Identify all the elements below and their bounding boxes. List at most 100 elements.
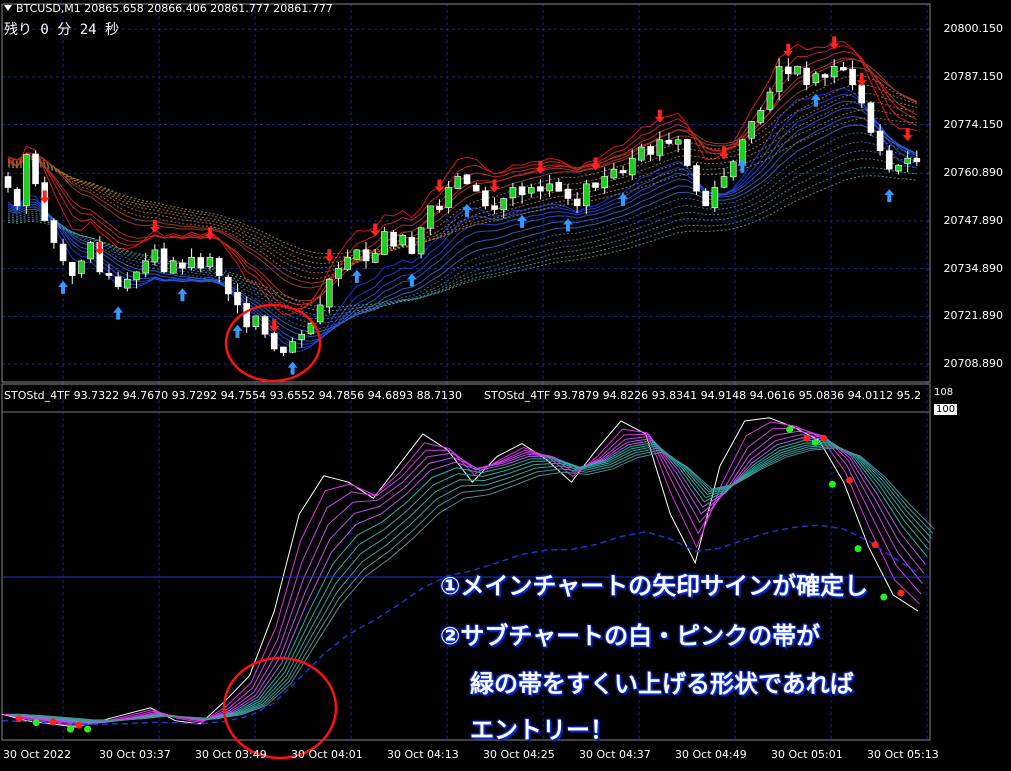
stochastic-buy-dot: [828, 480, 836, 488]
candle-body: [114, 276, 122, 287]
candle-body: [270, 333, 278, 350]
price-tick: 20747.890: [943, 213, 1004, 227]
ma-ribbon-lower: [7, 149, 917, 320]
candlestick-series: [4, 58, 921, 356]
stochastic-buy-dot: [880, 593, 888, 601]
buy-arrow: [351, 269, 362, 283]
stochastic-buy-dot: [854, 545, 862, 553]
candle-body: [555, 182, 563, 192]
candle-body: [243, 303, 250, 328]
candle-body: [169, 260, 177, 274]
stochastic-sell-dot: [75, 721, 83, 729]
candle-body: [50, 220, 58, 243]
candle-body: [472, 184, 480, 192]
price-tick: 20800.150: [943, 22, 1004, 36]
candle-body: [665, 139, 673, 144]
candle-body: [445, 187, 452, 208]
chart-canvas[interactable]: [0, 0, 1011, 767]
ma-ribbon-upper: [7, 109, 917, 259]
candle-body: [592, 182, 599, 188]
stochastic-sell-dot: [846, 476, 854, 484]
candle-body: [904, 157, 911, 164]
candle-body: [417, 227, 425, 255]
candle-body: [748, 121, 755, 139]
candle-body: [344, 256, 351, 270]
candle-body: [619, 170, 627, 174]
price-tick: 20734.890: [943, 261, 1004, 275]
time-tick: 30 Oct 2022: [3, 748, 72, 761]
sell-arrow: [370, 223, 381, 237]
candle-body: [225, 276, 232, 295]
candle-body: [885, 150, 893, 170]
candle-body: [491, 205, 498, 210]
candle-body: [362, 249, 370, 262]
sell-arrow: [39, 190, 50, 204]
candle-body: [913, 158, 921, 163]
candle-body: [830, 66, 838, 78]
stochastic-sell-dot: [803, 434, 811, 442]
buy-arrow: [177, 288, 188, 302]
time-tick: 30 Oct 04:37: [579, 748, 651, 761]
stochastic-buy-dot: [32, 719, 40, 727]
candle-body: [546, 183, 553, 192]
stochastic-buy-dot: [811, 438, 819, 446]
candle-body: [353, 249, 361, 260]
time-tick: 30 Oct 04:25: [483, 748, 555, 761]
candle-body: [252, 315, 260, 328]
candle-body: [803, 67, 810, 86]
annotation-line-4: エントリー！: [470, 716, 614, 744]
sell-arrow: [902, 128, 913, 142]
candle-body: [573, 198, 581, 207]
annotation-line-1: ①メインチャートの矢印サインが確定し: [440, 572, 869, 600]
candle-body: [711, 187, 719, 209]
stochastic-buy-dot: [66, 725, 74, 733]
candle-body: [335, 267, 342, 279]
candle-body: [381, 231, 388, 255]
buy-arrow: [884, 189, 895, 203]
candle-body: [188, 256, 195, 268]
candle-body: [895, 165, 902, 172]
candle-body: [729, 161, 737, 178]
candle-body: [261, 316, 269, 335]
buy-arrow: [562, 218, 573, 232]
candle-body: [794, 66, 801, 75]
candle-body: [454, 176, 462, 189]
candle-body: [858, 85, 866, 104]
candle-body: [518, 186, 526, 196]
indicator-values-left: STOStd_4TF 93.7322 94.7670 93.7292 94.75…: [4, 389, 463, 402]
candle-body: [867, 102, 875, 133]
candle-body: [179, 262, 186, 269]
candle-body: [775, 66, 783, 92]
candle-body: [436, 205, 443, 210]
candle-body: [13, 188, 21, 207]
candle-body: [482, 190, 489, 207]
candle-body: [32, 153, 39, 185]
time-tick: 30 Oct 04:01: [291, 748, 363, 761]
candle-body: [59, 243, 67, 262]
stochastic-sell-dot: [15, 715, 23, 723]
candle-body: [133, 271, 140, 281]
candle-body: [628, 157, 636, 176]
stochastic-sell-dot: [49, 718, 57, 726]
candle-body: [509, 187, 517, 199]
candle-body: [527, 187, 535, 194]
candle-body: [674, 139, 682, 145]
candle-body: [876, 130, 884, 152]
candle-body: [4, 176, 12, 188]
candle-body: [87, 242, 94, 260]
sell-arrow: [324, 249, 335, 263]
ma-ribbon-upper: [7, 117, 917, 255]
symbol-dropdown-icon[interactable]: [4, 5, 12, 11]
sub-axis-top: 108: [934, 387, 954, 398]
candle-body: [371, 253, 379, 263]
candle-body: [215, 257, 223, 276]
ma-ribbon-lower: [7, 116, 918, 338]
time-tick: 30 Oct 05:01: [771, 748, 843, 761]
candle-body: [426, 205, 434, 229]
stochastic-buy-dot: [84, 725, 92, 733]
buy-arrow: [113, 306, 124, 320]
annotation-line-2: ②サブチャートの白・ピンクの帯が: [440, 622, 821, 650]
candle-body: [840, 67, 847, 71]
price-tick: 20787.150: [943, 69, 1004, 83]
candle-body: [601, 176, 609, 188]
